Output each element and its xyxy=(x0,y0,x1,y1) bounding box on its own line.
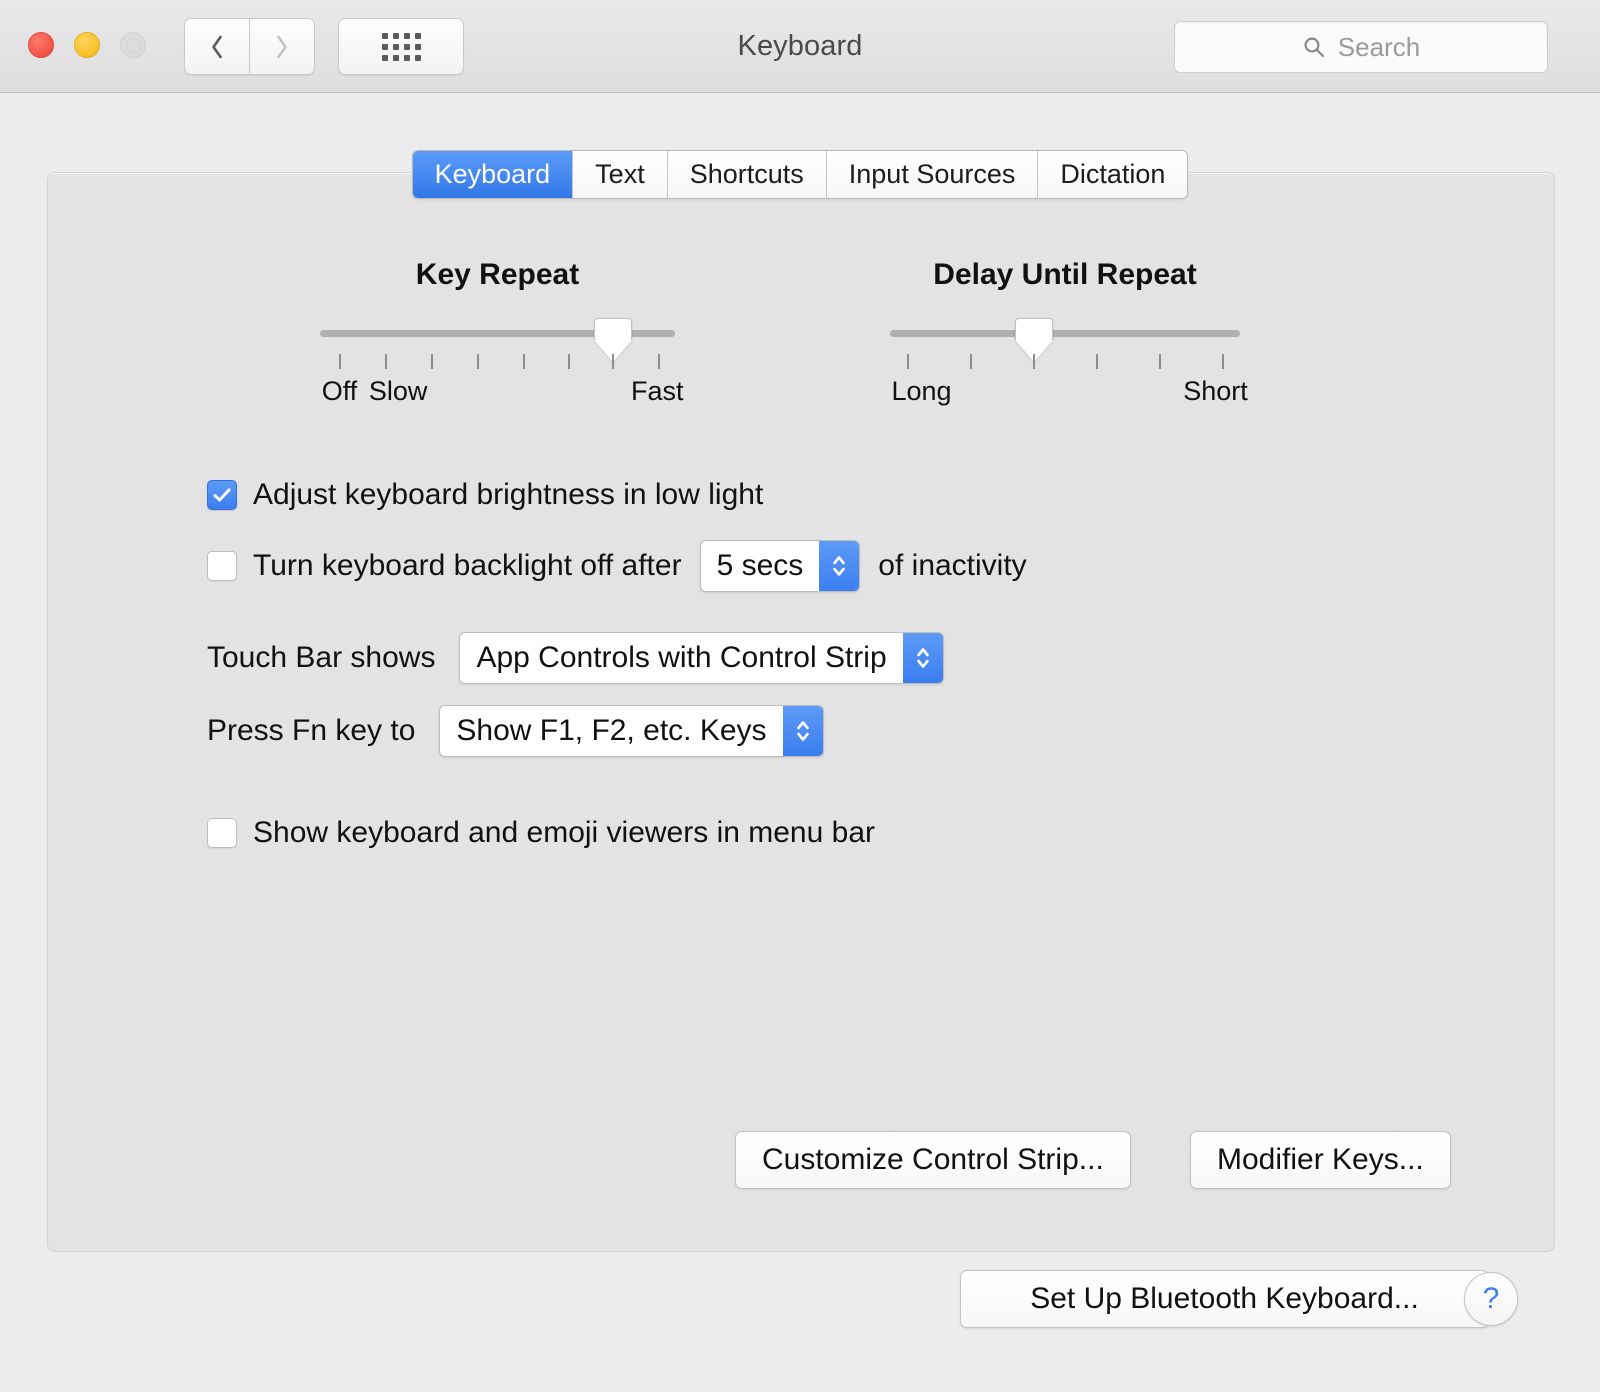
tab-bar: Keyboard Text Shortcuts Input Sources Di… xyxy=(0,150,1600,199)
show-viewers-checkbox[interactable] xyxy=(207,818,237,848)
show-viewers-row[interactable]: Show keyboard and emoji viewers in menu … xyxy=(207,816,875,850)
touch-bar-row: Touch Bar shows App Controls with Contro… xyxy=(207,632,944,684)
chevron-up-down-icon xyxy=(902,633,943,683)
set-up-bluetooth-keyboard-button[interactable]: Set Up Bluetooth Keyboard... xyxy=(960,1270,1489,1328)
key-repeat-label-off: Off xyxy=(321,376,358,406)
tab-input-sources-label: Input Sources xyxy=(848,159,1016,189)
touch-bar-label: Touch Bar shows xyxy=(207,641,436,674)
tab-input-sources[interactable]: Input Sources xyxy=(826,151,1039,198)
tab-keyboard[interactable]: Keyboard xyxy=(412,151,574,198)
backlight-off-checkbox[interactable] xyxy=(207,551,237,581)
customize-control-strip-button[interactable]: Customize Control Strip... xyxy=(735,1131,1131,1189)
backlight-off-suffix: of inactivity xyxy=(878,549,1027,582)
backlight-delay-value: 5 secs xyxy=(716,549,804,582)
show-viewers-label: Show keyboard and emoji viewers in menu … xyxy=(253,816,875,849)
fn-key-value: Show F1, F2, etc. Keys xyxy=(456,714,767,747)
touch-bar-value: App Controls with Control Strip xyxy=(476,641,887,674)
tab-shortcuts[interactable]: Shortcuts xyxy=(667,151,827,198)
delay-until-repeat-thumb[interactable] xyxy=(1014,318,1053,362)
search-placeholder: Search xyxy=(1337,31,1421,62)
delay-until-repeat-slider-group: Delay Until Repeat Long Short xyxy=(890,258,1248,410)
key-repeat-label-fast: Fast xyxy=(630,376,684,406)
backlight-delay-popup[interactable]: 5 secs xyxy=(699,540,861,592)
delay-until-repeat-track[interactable] xyxy=(890,330,1240,337)
touch-bar-popup[interactable]: App Controls with Control Strip xyxy=(459,632,944,684)
key-repeat-slider-group: Key Repeat Off Slow Fast xyxy=(320,258,684,410)
fn-key-row: Press Fn key to Show F1, F2, etc. Keys xyxy=(207,705,824,757)
key-repeat-labels: Off Slow Fast xyxy=(320,376,684,410)
key-repeat-slider[interactable] xyxy=(320,318,675,362)
adjust-brightness-row[interactable]: Adjust keyboard brightness in low light xyxy=(207,478,763,512)
tab-text[interactable]: Text xyxy=(573,151,668,198)
key-repeat-ticks xyxy=(320,354,675,372)
help-button[interactable]: ? xyxy=(1464,1272,1518,1326)
search-input[interactable]: Search xyxy=(1174,21,1548,73)
search-icon xyxy=(1304,37,1324,58)
tab-text-label: Text xyxy=(595,159,645,189)
checkmark-icon xyxy=(213,488,231,502)
tab-dictation[interactable]: Dictation xyxy=(1038,151,1188,198)
modifier-keys-label: Modifier Keys... xyxy=(1217,1143,1424,1176)
keyboard-preferences-window: Keyboard Search Keyboard Text Shortcuts … xyxy=(0,0,1600,1392)
delay-until-repeat-labels: Long Short xyxy=(890,376,1247,410)
delay-until-repeat-ticks xyxy=(890,354,1240,372)
backlight-off-label: Turn keyboard backlight off after xyxy=(253,549,682,582)
delay-label-long: Long xyxy=(891,376,952,406)
backlight-off-row[interactable]: Turn keyboard backlight off after 5 secs… xyxy=(207,540,1027,592)
tab-dictation-label: Dictation xyxy=(1060,159,1166,189)
key-repeat-label-slow: Slow xyxy=(368,376,428,406)
delay-until-repeat-title: Delay Until Repeat xyxy=(933,258,1197,291)
adjust-brightness-checkbox[interactable] xyxy=(207,480,237,510)
delay-label-short: Short xyxy=(1183,376,1248,406)
chevron-up-down-icon xyxy=(819,541,860,591)
modifier-keys-button[interactable]: Modifier Keys... xyxy=(1190,1131,1451,1189)
delay-until-repeat-slider[interactable] xyxy=(890,318,1240,362)
chevron-up-down-icon xyxy=(782,706,823,756)
adjust-brightness-label: Adjust keyboard brightness in low light xyxy=(253,478,764,511)
window-titlebar: Keyboard Search xyxy=(0,0,1600,93)
customize-control-strip-label: Customize Control Strip... xyxy=(762,1143,1104,1176)
key-repeat-thumb[interactable] xyxy=(593,318,632,362)
key-repeat-title: Key Repeat xyxy=(415,258,580,291)
set-up-bluetooth-keyboard-label: Set Up Bluetooth Keyboard... xyxy=(1030,1282,1419,1315)
tab-keyboard-label: Keyboard xyxy=(434,159,551,189)
fn-key-popup[interactable]: Show F1, F2, etc. Keys xyxy=(439,705,824,757)
tab-shortcuts-label: Shortcuts xyxy=(689,159,804,189)
help-icon: ? xyxy=(1482,1282,1500,1315)
fn-key-label: Press Fn key to xyxy=(207,714,416,747)
